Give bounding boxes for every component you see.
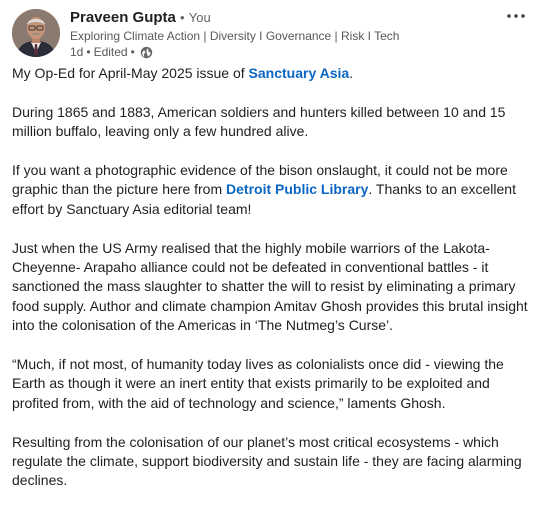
post-paragraph-5: “Much, if not most, of humanity today li…: [12, 356, 504, 411]
post-paragraph-1: My Op-Ed for April-May 2025 issue of San…: [12, 64, 534, 83]
post-meta: 1d • Edited •: [70, 44, 490, 60]
post-paragraph-2: During 1865 and 1883, American soldiers …: [12, 103, 506, 140]
p1-text: My Op-Ed for April-May 2025 issue of: [12, 65, 249, 81]
you-label: You: [188, 10, 211, 25]
author-avatar[interactable]: [12, 9, 60, 57]
linkedin-post: Praveen Gupta • You Exploring Climate Ac…: [0, 0, 539, 517]
separator-dot: •: [180, 10, 185, 25]
meta-separator: •: [86, 45, 91, 59]
edited-label: Edited: [93, 45, 128, 59]
ellipsis-icon: [507, 14, 525, 18]
author-name-row: Praveen Gupta • You: [70, 8, 490, 28]
globe-icon: [140, 46, 153, 59]
post-paragraph-3: If you want a photographic evidence of t…: [12, 161, 534, 219]
meta-separator-2: •: [130, 45, 135, 59]
author-name[interactable]: Praveen Gupta: [70, 9, 176, 26]
detroit-public-library-link[interactable]: Detroit Public Library: [226, 181, 368, 197]
more-options-button[interactable]: [503, 6, 529, 26]
sanctuary-asia-link[interactable]: Sanctuary Asia: [249, 65, 350, 81]
post-paragraph-4: Just when the US Army realised that the …: [12, 239, 528, 334]
post-paragraph-6: Resulting from the colonisation of our p…: [12, 433, 522, 489]
post-body: My Op-Ed for April-May 2025 issue of San…: [12, 64, 534, 510]
post-time: 1d: [70, 45, 84, 59]
author-info: Praveen Gupta • You Exploring Climate Ac…: [70, 8, 490, 60]
p1-end: .: [349, 65, 354, 81]
author-headline: Exploring Climate Action | Diversity I G…: [70, 29, 400, 43]
